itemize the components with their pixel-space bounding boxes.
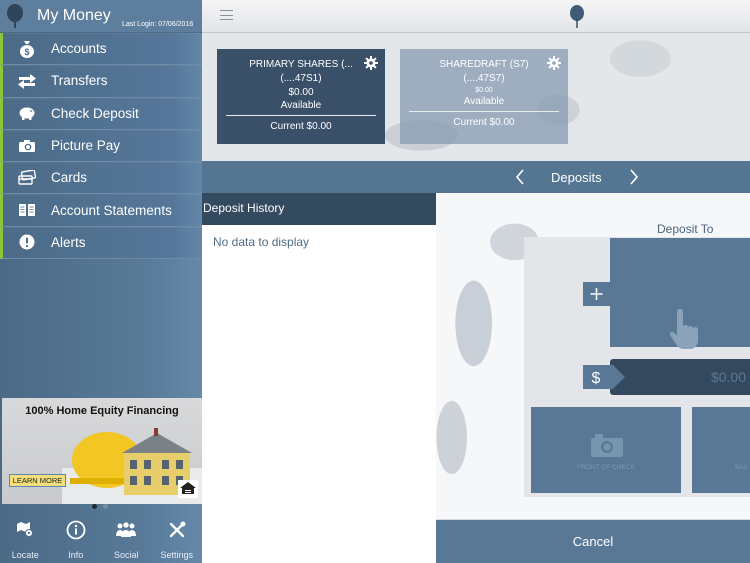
available-label: Available (280, 100, 322, 111)
info-icon (66, 520, 86, 540)
people-icon (115, 520, 137, 540)
amount-input[interactable]: $0.00 (610, 359, 750, 395)
gear-icon[interactable] (547, 56, 561, 70)
sidebar-item-alerts[interactable]: Alerts (0, 226, 202, 260)
sidebar-item-label: Check Deposit (51, 105, 139, 121)
sidebar-item-label: Account Statements (51, 202, 172, 218)
sidebar-item-account-statements[interactable]: Account Statements (0, 194, 202, 227)
locate-label: Locate (11, 550, 39, 560)
plus-icon (590, 288, 603, 300)
tree-logo-icon (570, 5, 584, 28)
sidebar-item-label: Alerts (51, 234, 86, 250)
info-label: Info (68, 550, 84, 560)
deposit-to-label: Deposit To (657, 222, 714, 236)
available-amount: $0.00 (288, 87, 314, 98)
camera-icon (591, 434, 623, 457)
book-icon (3, 203, 51, 217)
last-login: Last Login: 07/06/2016 (122, 21, 194, 28)
sidebar-item-label: Picture Pay (51, 138, 121, 154)
transfer-arrows-icon (3, 73, 51, 89)
social-label: Social (113, 550, 139, 560)
carousel-dots (92, 504, 108, 509)
alert-icon (3, 234, 51, 250)
chevron-left-icon[interactable] (513, 168, 527, 186)
deposit-form: Deposit To $0.00 $ FRONT OF CHECK BAC (436, 193, 750, 519)
account-number: (....47S7) (463, 73, 505, 84)
settings-button[interactable]: Settings (152, 514, 203, 563)
learn-more-button[interactable]: LEARN MORE (9, 474, 66, 487)
divider (409, 111, 559, 112)
account-name: SHAREDRAFT (S7) (439, 59, 529, 70)
main-panel: PRIMARY SHARES (... (....47S1) $0.00 Ava… (202, 0, 750, 563)
carousel-dot[interactable] (103, 504, 108, 509)
chevron-right-icon[interactable] (627, 168, 641, 186)
sidebar-header: My Money Last Login: 07/06/2016 (0, 0, 202, 33)
sidebar-item-cards[interactable]: Cards (0, 162, 202, 195)
account-tiles: PRIMARY SHARES (... (....47S1) $0.00 Ava… (202, 33, 750, 161)
account-tile-primary-shares[interactable]: PRIMARY SHARES (... (....47S1) $0.00 Ava… (217, 49, 385, 144)
svg-text:$: $ (24, 47, 29, 57)
ad-banner[interactable]: 100% Home Equity Financing LEARN MORE (2, 398, 202, 504)
empty-state-text: No data to display (213, 235, 310, 249)
app-title: My Money (37, 7, 111, 24)
deposit-history-header: Deposit History (202, 193, 436, 225)
social-button[interactable]: Social (101, 514, 152, 563)
account-name: PRIMARY SHARES (... (249, 59, 353, 70)
cards-icon (3, 169, 51, 186)
tree-logo-icon (7, 4, 23, 28)
top-bar (202, 0, 750, 33)
front-of-check-capture[interactable]: FRONT OF CHECK (531, 407, 681, 493)
svg-text:$: $ (592, 370, 601, 387)
menu-icon[interactable] (220, 10, 233, 20)
sidebar-item-picture-pay[interactable]: Picture Pay (0, 129, 202, 163)
current-balance: Current $0.00 (270, 121, 332, 132)
bottom-toolbar: Locate Info Social Settings (0, 514, 202, 563)
sidebar-item-transfers[interactable]: Transfers (0, 65, 202, 98)
ad-title: 100% Home Equity Financing (25, 405, 179, 417)
current-balance: Current $0.00 (453, 117, 515, 128)
sidebar-item-label: Cards (51, 170, 88, 186)
deposits-title: Deposits (551, 170, 602, 185)
add-account-button[interactable] (583, 282, 610, 306)
gear-icon[interactable] (364, 56, 378, 70)
account-tile-sharedraft[interactable]: SHAREDRAFT (S7) (....47S7) $0.00 Availab… (400, 49, 568, 144)
tools-icon (168, 520, 186, 540)
sidebar-item-label: Transfers (51, 73, 108, 89)
cancel-button[interactable]: Cancel (436, 519, 750, 563)
front-of-check-label: FRONT OF CHECK (577, 464, 635, 471)
sidebar-item-label: Accounts (51, 41, 107, 57)
sidebar-nav: $ Accounts Transfers Check Deposit Pictu… (0, 33, 202, 260)
carousel-dot-active[interactable] (92, 504, 97, 509)
info-button[interactable]: Info (51, 514, 102, 563)
back-of-check-capture[interactable]: BAC (692, 407, 750, 493)
settings-label: Settings (160, 550, 194, 560)
dollar-icon: $ (583, 365, 625, 389)
sidebar-item-accounts[interactable]: $ Accounts (0, 33, 202, 66)
map-pin-icon (16, 520, 34, 540)
tap-hand-icon (669, 309, 698, 349)
camera-icon (3, 139, 51, 153)
sidebar: My Money Last Login: 07/06/2016 $ Accoun… (0, 0, 202, 563)
money-bag-icon: $ (3, 40, 51, 58)
deposit-history-panel: Deposit History No data to display (202, 193, 436, 563)
available-amount: $0.00 (475, 87, 493, 94)
divider (226, 115, 376, 116)
available-label: Available (463, 96, 505, 107)
locate-button[interactable]: Locate (0, 514, 51, 563)
equal-housing-icon (178, 480, 198, 498)
sidebar-item-check-deposit[interactable]: Check Deposit (0, 97, 202, 130)
account-number: (....47S1) (280, 73, 322, 84)
deposits-nav-bar: Deposits (202, 161, 750, 193)
back-of-check-label: BAC (735, 464, 749, 471)
piggy-bank-icon (3, 106, 51, 121)
